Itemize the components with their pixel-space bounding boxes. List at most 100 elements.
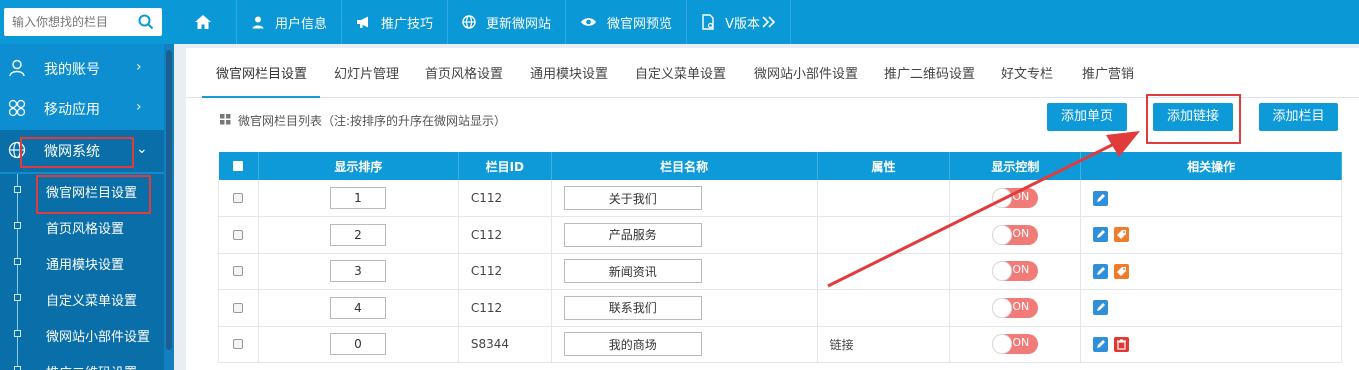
sidebar-scrollbar[interactable] — [164, 44, 174, 370]
column-name-input[interactable] — [563, 186, 702, 210]
tab-marketing[interactable]: 推广营销 — [1082, 58, 1134, 98]
bullet-icon — [14, 186, 21, 193]
row-checkbox[interactable] — [233, 339, 244, 350]
home-icon — [195, 15, 211, 29]
table-header-row: 显示排序 栏目ID 栏目名称 属性 显示控制 相关操作 — [218, 152, 1342, 180]
column-name-input[interactable] — [563, 332, 702, 357]
sort-order-input[interactable] — [329, 260, 386, 283]
sidebar-subitem-widgets[interactable]: 微网站小部件设置 — [0, 316, 164, 352]
nav-user-info[interactable]: 用户信息 — [237, 0, 343, 44]
edit-icon[interactable] — [1093, 336, 1109, 352]
ops-cell — [1080, 216, 1342, 254]
search-input[interactable] — [4, 8, 130, 36]
tab-common-modules[interactable]: 通用模块设置 — [530, 58, 608, 98]
edit-icon[interactable] — [1093, 190, 1109, 206]
sort-cell — [258, 253, 459, 290]
ops-cell — [1080, 289, 1342, 327]
sidebar-group-label: 移动应用 — [44, 102, 100, 118]
sidebar-subitem-label: 推广二维码设置 — [46, 362, 137, 370]
nav-label: 更新微网站 — [486, 16, 552, 32]
bullet-icon — [14, 330, 21, 337]
column-name-input[interactable] — [563, 295, 702, 320]
toggle-knob — [992, 224, 1013, 245]
sidebar-subitem-common-modules[interactable]: 通用模块设置 — [0, 244, 164, 280]
column-attribute — [817, 253, 951, 290]
tab-custom-menu[interactable]: 自定义菜单设置 — [635, 58, 726, 98]
display-toggle[interactable]: ON — [992, 224, 1039, 245]
sort-order-input[interactable] — [329, 187, 386, 209]
column-attribute — [817, 216, 951, 254]
sidebar-subitem-label: 通用模块设置 — [46, 258, 125, 273]
sort-cell — [258, 289, 459, 327]
nav-preview[interactable]: 微官网预览 — [566, 0, 688, 44]
add-column-button[interactable]: 添加栏目 — [1259, 103, 1338, 131]
row-checkbox[interactable] — [233, 302, 244, 313]
header-id: 栏目ID — [458, 152, 552, 180]
header-sort: 显示排序 — [258, 152, 459, 180]
home-button[interactable] — [180, 0, 237, 44]
row-select-cell[interactable] — [218, 180, 259, 217]
toggle-label: ON — [1012, 190, 1030, 203]
row-checkbox[interactable] — [233, 229, 244, 240]
column-name-input[interactable] — [563, 259, 702, 284]
row-checkbox[interactable] — [233, 266, 244, 277]
tag-icon[interactable] — [1114, 227, 1130, 243]
grid-icon — [220, 114, 231, 125]
nav-update-site[interactable]: 更新微网站 — [448, 0, 567, 44]
select-all-checkbox[interactable] — [233, 161, 244, 171]
column-id: C112 — [458, 216, 552, 254]
row-select-cell[interactable] — [218, 326, 259, 363]
trash-icon[interactable] — [1114, 336, 1130, 352]
row-checkbox[interactable] — [233, 193, 244, 203]
display-cell: ON — [949, 180, 1082, 217]
highlight-box-sidebar-subitem — [36, 175, 151, 214]
row-select-cell[interactable] — [218, 289, 259, 327]
scrollbar-thumb[interactable] — [166, 50, 172, 350]
edit-icon[interactable] — [1093, 227, 1109, 243]
edit-icon[interactable] — [1093, 263, 1109, 279]
edit-icon[interactable] — [1093, 300, 1109, 316]
highlight-box-add-link — [1146, 94, 1241, 144]
tab-qrcode[interactable]: 推广二维码设置 — [884, 58, 975, 98]
apps-icon — [8, 99, 26, 117]
tab-slideshow[interactable]: 幻灯片管理 — [334, 58, 399, 98]
search-icon[interactable] — [138, 14, 154, 30]
sidebar-group-mobile-apps[interactable]: 移动应用 › — [0, 88, 164, 128]
name-cell — [551, 180, 818, 217]
select-all-header[interactable] — [218, 152, 259, 180]
nav-promotion-tips[interactable]: 推广技巧 — [342, 0, 449, 44]
sidebar-group-my-account[interactable]: 我的账号 › — [0, 48, 164, 88]
row-select-cell[interactable] — [218, 253, 259, 290]
table-row: C112 ON — [218, 180, 1342, 217]
display-toggle[interactable]: ON — [992, 261, 1039, 282]
nav-version[interactable]: V版本 — [687, 0, 791, 44]
sort-order-input[interactable] — [329, 223, 386, 246]
display-cell: ON — [949, 326, 1082, 363]
header-attr: 属性 — [817, 152, 951, 180]
nav-label: 微官网预览 — [607, 16, 673, 32]
tab-articles[interactable]: 好文专栏 — [1001, 58, 1053, 98]
tab-widgets[interactable]: 微网站小部件设置 — [754, 58, 858, 98]
sort-order-input[interactable] — [329, 296, 386, 319]
megaphone-icon — [357, 16, 369, 28]
display-toggle[interactable]: ON — [992, 188, 1039, 208]
chevron-right-icon: › — [136, 59, 142, 75]
nav-label: V版本 — [725, 16, 760, 32]
column-name-input[interactable] — [563, 222, 702, 247]
row-select-cell[interactable] — [218, 216, 259, 254]
add-page-button[interactable]: 添加单页 — [1047, 103, 1127, 131]
top-bar: 用户信息 推广技巧 更新微网站 微官网预览 V版本 — [0, 0, 1359, 44]
sort-order-input[interactable] — [329, 333, 386, 356]
tag-icon[interactable] — [1114, 263, 1130, 279]
display-cell: ON — [949, 289, 1082, 327]
tab-home-style[interactable]: 首页风格设置 — [425, 58, 503, 98]
tab-column-settings[interactable]: 微官网栏目设置 — [202, 58, 320, 98]
sidebar-subitem-qrcode[interactable]: 推广二维码设置 — [0, 352, 164, 370]
name-cell — [551, 326, 818, 363]
display-toggle[interactable]: ON — [992, 334, 1039, 355]
table-row: S8344 链接 ON — [218, 326, 1342, 363]
name-cell — [551, 216, 818, 254]
display-toggle[interactable]: ON — [992, 297, 1039, 318]
ops-cell — [1080, 253, 1342, 290]
sidebar-subitem-custom-menu[interactable]: 自定义菜单设置 — [0, 280, 164, 316]
